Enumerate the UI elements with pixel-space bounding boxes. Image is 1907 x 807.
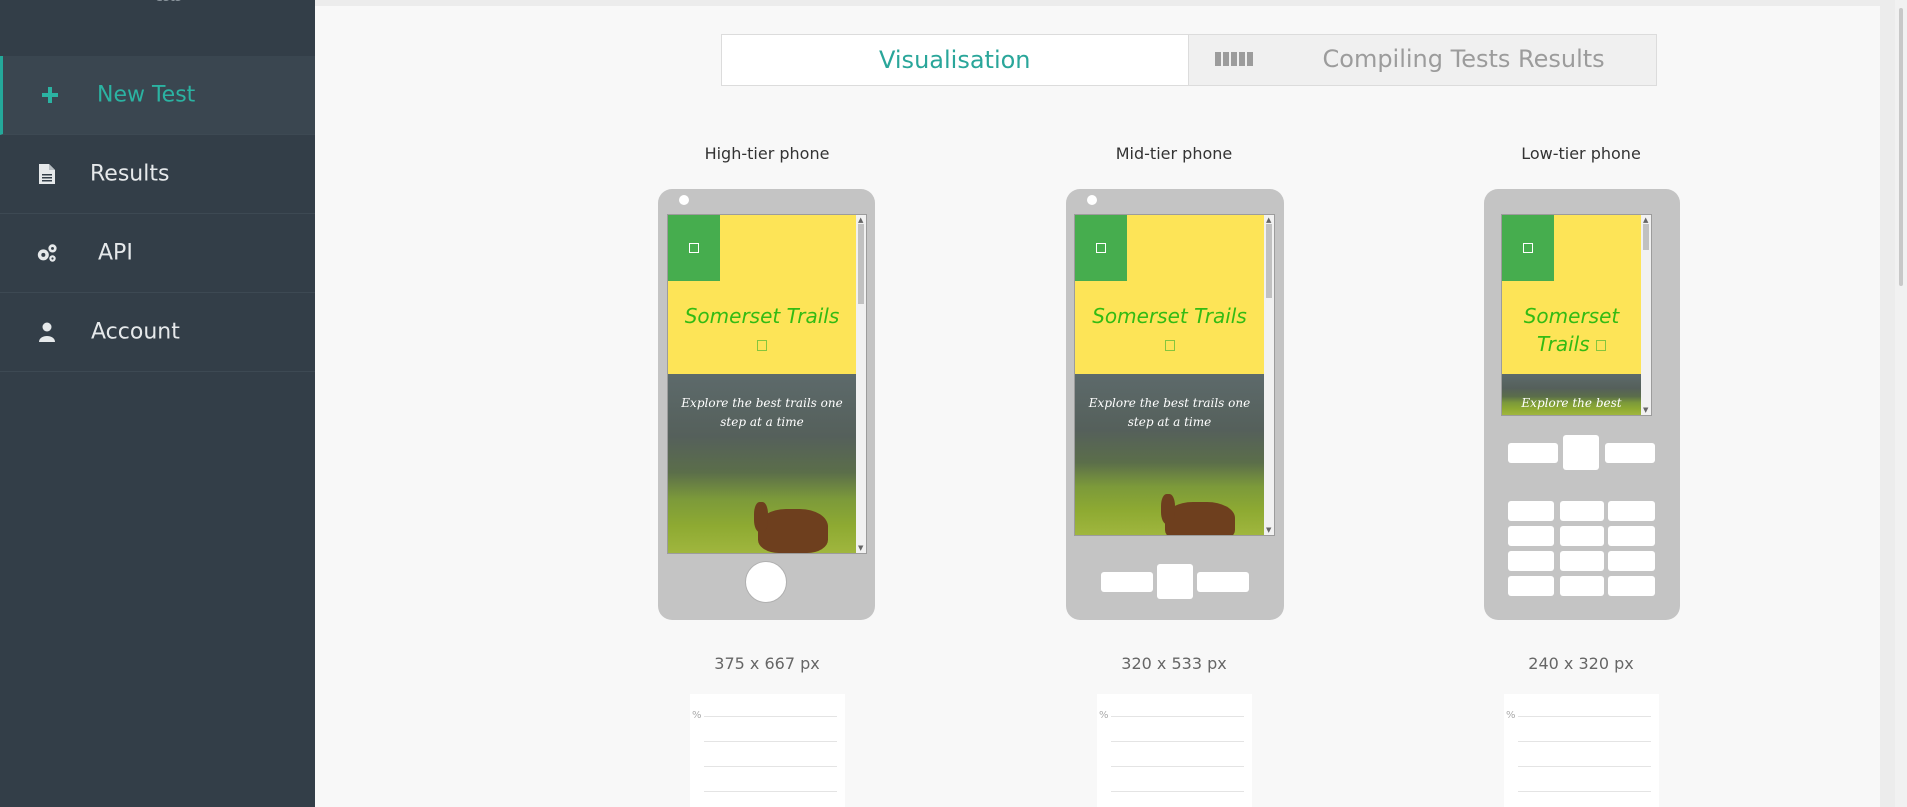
mini-chart: % <box>1504 694 1659 807</box>
soft-key-left <box>1101 572 1153 592</box>
keypad-key <box>1508 576 1554 596</box>
mid-tier-column: Mid-tier phone <box>1064 144 1284 168</box>
sidebar: ests New Test Results API Account <box>0 0 315 807</box>
keypad-key <box>1560 576 1604 596</box>
page-scrollbar-thumb[interactable] <box>1899 8 1903 286</box>
horse-image <box>758 509 828 553</box>
keypad-key <box>1560 501 1604 521</box>
center-key <box>1563 435 1599 470</box>
phone-title: Low-tier phone <box>1521 144 1641 163</box>
phone-dimensions: 375 x 667 px <box>714 654 820 673</box>
soft-key-right <box>1197 572 1249 592</box>
horse-head-image <box>1161 494 1175 524</box>
view-tabs: Visualisation Compiling Tests Results <box>721 34 1657 86</box>
soft-key-left <box>1508 443 1558 463</box>
sidebar-item-new-test[interactable]: New Test <box>0 56 315 135</box>
sidebar-nav: New Test Results API Account <box>0 56 315 372</box>
site-menu-button[interactable] <box>1502 215 1554 281</box>
site-hero-image: Explore the best trails one step at a ti… <box>1075 374 1264 535</box>
sidebar-item-label: New Test <box>97 82 196 108</box>
sidebar-item-label: API <box>98 240 133 266</box>
site-title: Somerset Trails <box>1523 304 1620 356</box>
sidebar-item-account[interactable]: Account <box>0 293 315 372</box>
keypad-key <box>1608 576 1655 596</box>
keypad-key <box>1560 526 1604 546</box>
site-tagline: Explore the best trails one step at a ti… <box>1088 396 1251 429</box>
tab-visualisation-label: Visualisation <box>879 46 1031 74</box>
mini-chart: % <box>690 694 845 807</box>
camera-icon <box>679 195 689 205</box>
user-icon <box>36 321 58 343</box>
soft-key-right <box>1605 443 1655 463</box>
site-menu-button[interactable] <box>1075 215 1127 281</box>
progress-icon <box>1214 52 1253 66</box>
screen-scrollbar[interactable]: ▲ ▼ <box>1641 215 1651 415</box>
phone-screen[interactable]: SomersetTrails Explore the best trails ▲… <box>1501 214 1652 416</box>
high-tier-column: High-tier phone <box>657 144 877 168</box>
menu-icon <box>1096 243 1106 253</box>
glyph-icon <box>1596 340 1607 351</box>
sidebar-item-results[interactable]: Results <box>0 135 315 214</box>
glyph-icon <box>757 340 767 351</box>
sidebar-item-label: Results <box>90 161 170 187</box>
logo-text: ests <box>155 0 182 5</box>
phone-dimensions: 240 x 320 px <box>1528 654 1634 673</box>
site-header: Somerset Trails <box>668 215 856 374</box>
sidebar-item-api[interactable]: API <box>0 214 315 293</box>
horse-head-image <box>754 502 768 532</box>
mini-chart: % <box>1097 694 1252 807</box>
glyph-icon <box>1164 340 1175 351</box>
phone-screen[interactable]: Somerset Trails Explore the best trails … <box>1074 214 1275 536</box>
keypad-key <box>1608 551 1655 571</box>
site-header: Somerset Trails <box>1502 215 1641 374</box>
home-button <box>745 561 787 603</box>
keypad-key <box>1608 501 1655 521</box>
keypad-key <box>1560 551 1604 571</box>
tab-visualisation[interactable]: Visualisation <box>722 35 1188 85</box>
site-title: Somerset Trails <box>668 302 856 358</box>
tab-results-label: Compiling Tests Results <box>1322 45 1605 73</box>
horse-image <box>1165 502 1235 535</box>
screen-scrollbar[interactable]: ▲ ▼ <box>1264 215 1274 535</box>
camera-icon <box>1087 195 1097 205</box>
site-menu-button[interactable] <box>668 215 720 281</box>
center-key <box>1157 564 1193 599</box>
screen-scrollbar[interactable]: ▲ ▼ <box>856 215 866 553</box>
sidebar-item-label: Account <box>91 319 180 345</box>
keypad-key <box>1508 501 1554 521</box>
phone-title: High-tier phone <box>704 144 830 163</box>
site-header: Somerset Trails <box>1075 215 1264 374</box>
file-icon <box>36 163 58 185</box>
plus-icon <box>39 84 61 106</box>
menu-icon <box>1523 243 1533 253</box>
low-tier-column: Low-tier phone <box>1471 144 1691 168</box>
site-tagline: Explore the best trails <box>1521 396 1622 410</box>
menu-icon <box>689 243 699 253</box>
keypad-key <box>1608 526 1655 546</box>
high-tier-phone: Somerset Trails Explore the best trails … <box>658 189 875 620</box>
phone-title: Mid-tier phone <box>1115 144 1233 163</box>
site-title: Somerset Trails <box>1075 302 1264 358</box>
phone-screen[interactable]: Somerset Trails Explore the best trails … <box>667 214 867 554</box>
keypad-key <box>1508 526 1554 546</box>
keypad-key <box>1508 551 1554 571</box>
site-hero-image: Explore the best trails <box>1502 374 1641 415</box>
low-tier-phone: SomersetTrails Explore the best trails ▲… <box>1484 189 1680 620</box>
tab-results[interactable]: Compiling Tests Results <box>1187 35 1656 85</box>
phone-dimensions: 320 x 533 px <box>1121 654 1227 673</box>
site-hero-image: Explore the best trails one step at a ti… <box>668 374 856 553</box>
gears-icon <box>36 242 58 264</box>
mid-tier-phone: Somerset Trails Explore the best trails … <box>1066 189 1284 620</box>
site-tagline: Explore the best trails one step at a ti… <box>681 396 843 429</box>
